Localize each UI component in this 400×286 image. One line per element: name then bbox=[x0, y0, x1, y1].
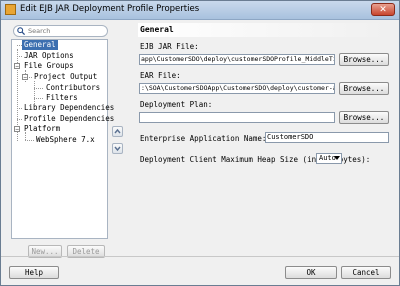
collapse-icon[interactable]: − bbox=[22, 74, 28, 81]
ejb-jar-label: EJB JAR File: bbox=[140, 42, 199, 51]
ear-file-label: EAR File: bbox=[140, 71, 181, 80]
chevron-down-icon bbox=[114, 146, 121, 152]
tree-item-library-dependencies[interactable]: Library Dependencies bbox=[24, 103, 114, 113]
title-bar[interactable]: Edit EJB JAR Deployment Profile Properti… bbox=[1, 1, 399, 20]
navigation-tree: General JAR Options − File Groups − Proj… bbox=[11, 39, 114, 239]
deployment-plan-field[interactable] bbox=[139, 112, 335, 123]
dialog-window: Edit EJB JAR Deployment Profile Properti… bbox=[0, 0, 400, 286]
window-title: Edit EJB JAR Deployment Profile Properti… bbox=[20, 4, 200, 14]
tree-item-project-output[interactable]: Project Output bbox=[34, 72, 97, 82]
move-down-button[interactable] bbox=[112, 143, 123, 154]
section-title: General bbox=[138, 23, 390, 37]
chevron-up-icon bbox=[114, 128, 121, 134]
heap-size-select[interactable]: Auto bbox=[316, 153, 342, 164]
collapse-icon[interactable]: − bbox=[14, 126, 20, 133]
close-button[interactable]: ✕ bbox=[371, 3, 395, 16]
search-input[interactable] bbox=[28, 26, 104, 36]
tree-item-general[interactable]: General bbox=[22, 40, 58, 50]
browse-ejb-jar-button[interactable]: Browse... bbox=[339, 53, 389, 66]
dropdown-arrow-icon bbox=[334, 156, 340, 160]
ejb-jar-field[interactable]: app\CustomerSDO\deploy\customerSDOProfil… bbox=[139, 54, 335, 65]
app-icon bbox=[5, 4, 16, 15]
footer-divider bbox=[1, 256, 399, 257]
tree-item-websphere[interactable]: WebSphere 7.x bbox=[36, 135, 95, 145]
tree-item-filters[interactable]: Filters bbox=[46, 93, 78, 103]
tree-item-platform[interactable]: Platform bbox=[24, 124, 60, 134]
tree-item-jar-options[interactable]: JAR Options bbox=[24, 51, 74, 61]
search-icon bbox=[17, 27, 25, 35]
tree-item-contributors[interactable]: Contributors bbox=[46, 83, 100, 93]
cancel-button[interactable]: Cancel bbox=[341, 266, 391, 279]
help-button[interactable]: Help bbox=[9, 266, 59, 279]
browse-plan-button[interactable]: Browse... bbox=[339, 111, 389, 124]
tree-item-profile-dependencies[interactable]: Profile Dependencies bbox=[24, 114, 114, 124]
ear-file-field[interactable]: :\SOA\CustomerSDOApp\CustomerSDO\deploy\… bbox=[139, 83, 335, 94]
collapse-icon[interactable]: − bbox=[14, 63, 20, 70]
move-up-button[interactable] bbox=[112, 126, 123, 137]
app-name-field[interactable]: CustomerSDO bbox=[265, 132, 389, 143]
ok-button[interactable]: OK bbox=[285, 266, 337, 279]
browse-ear-button[interactable]: Browse... bbox=[339, 82, 389, 95]
app-name-label: Enterprise Application Name: bbox=[140, 134, 267, 143]
tree-item-file-groups[interactable]: File Groups bbox=[24, 61, 74, 71]
deployment-plan-label: Deployment Plan: bbox=[140, 100, 213, 109]
search-box[interactable] bbox=[13, 25, 108, 37]
